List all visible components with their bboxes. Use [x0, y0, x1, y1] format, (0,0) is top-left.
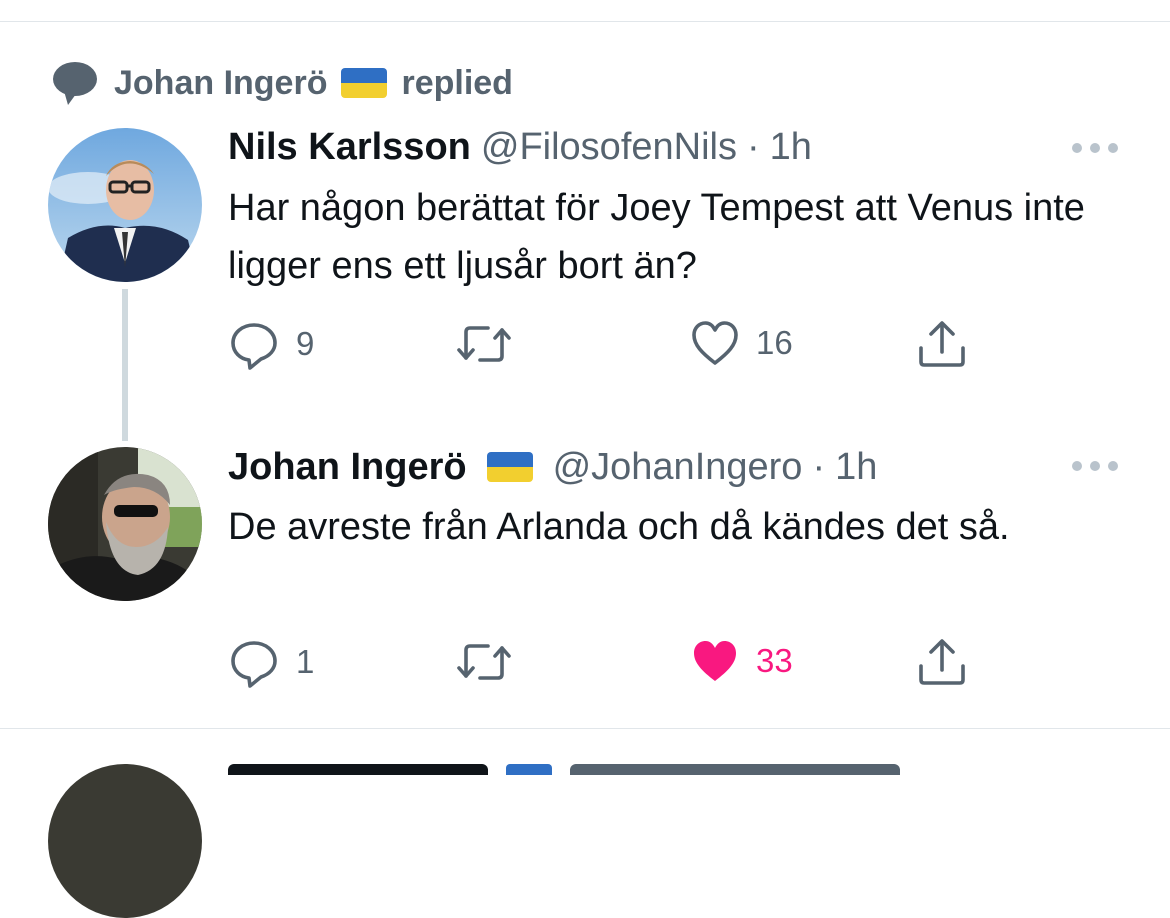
user-handle[interactable]: @FilosofenNils	[481, 126, 737, 169]
thread-connector-line	[122, 289, 128, 441]
share-icon	[919, 639, 965, 685]
like-button[interactable]: 16	[690, 318, 793, 368]
top-divider	[0, 21, 1170, 22]
retweet-icon	[457, 644, 511, 680]
separator: ·	[746, 125, 760, 168]
reply-count: 9	[296, 325, 315, 362]
ukraine-flag-icon	[341, 68, 388, 98]
reply-button[interactable]: 1	[228, 636, 314, 688]
retweet-icon	[457, 326, 511, 362]
tweet-text: Har någon berättat för Joey Tempest att …	[228, 187, 1085, 287]
reply-count: 1	[296, 643, 315, 680]
context-action: replied	[401, 63, 513, 102]
next-tweet-header-partial	[228, 764, 928, 775]
like-count: 16	[756, 324, 793, 361]
heart-filled-icon	[694, 641, 736, 681]
like-button[interactable]: 33	[690, 636, 793, 686]
avatar[interactable]	[48, 447, 202, 601]
speech-bubble-icon	[53, 62, 97, 105]
share-icon	[919, 321, 965, 367]
share-button[interactable]	[916, 318, 968, 370]
tweet-text: De avreste från Arlanda och då kändes de…	[228, 506, 1010, 548]
display-name[interactable]: Johan Ingerö	[228, 446, 467, 489]
ukraine-flag-icon	[486, 452, 533, 482]
tweet-header: Johan Ingerö @JohanIngero · 1h	[228, 442, 877, 492]
retweet-button[interactable]	[456, 318, 528, 370]
user-handle[interactable]: @JohanIngero	[553, 446, 803, 489]
more-options-icon[interactable]	[1072, 140, 1118, 156]
heart-icon	[692, 321, 738, 365]
tweet-header: Nils Karlsson @FilosofenNils · 1h	[228, 122, 812, 172]
context-user-name[interactable]: Johan Ingerö	[114, 64, 327, 103]
social-context: Johan Ingerö replied	[50, 58, 513, 108]
reply-button[interactable]: 9	[228, 318, 314, 370]
retweet-button[interactable]	[456, 636, 528, 688]
like-count: 33	[756, 642, 793, 679]
timestamp[interactable]: 1h	[770, 126, 812, 169]
share-button[interactable]	[916, 636, 968, 688]
next-tweet-avatar-partial[interactable]	[48, 764, 202, 918]
display-name[interactable]: Nils Karlsson	[228, 126, 471, 169]
separator: ·	[812, 445, 826, 488]
avatar[interactable]	[48, 128, 202, 282]
reply-icon	[231, 323, 277, 370]
more-options-icon[interactable]	[1072, 458, 1118, 474]
bottom-divider	[0, 728, 1170, 729]
timestamp[interactable]: 1h	[835, 446, 877, 489]
reply-icon	[231, 641, 277, 688]
